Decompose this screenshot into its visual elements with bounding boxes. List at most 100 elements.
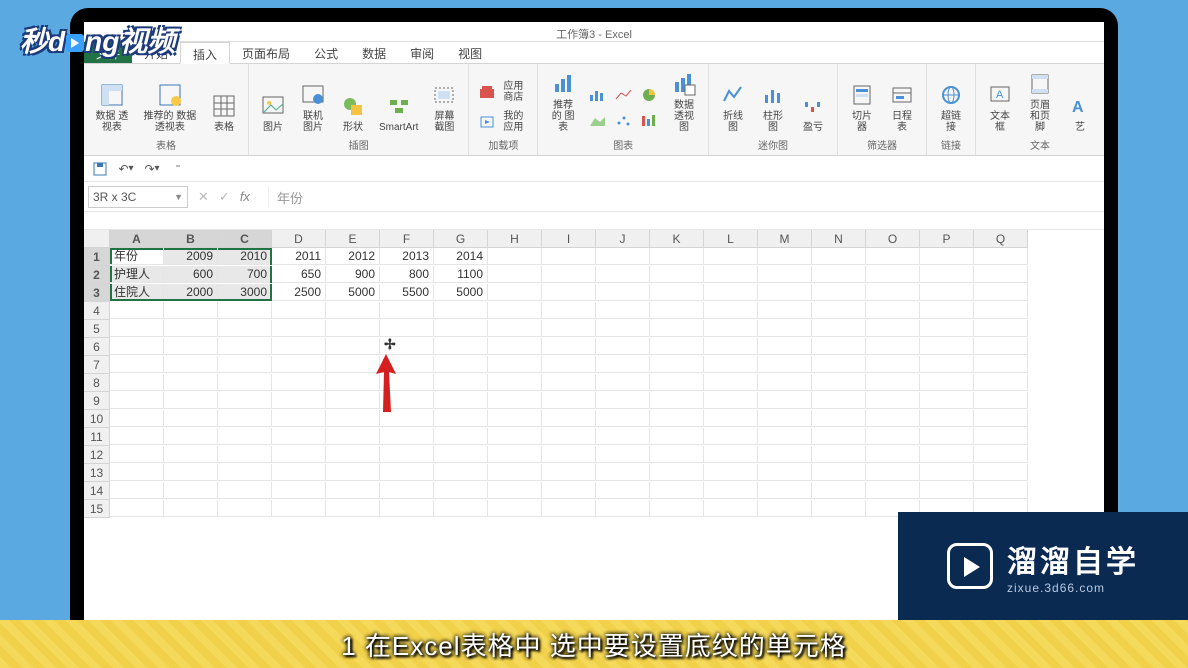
cell[interactable] [596, 446, 650, 463]
cell[interactable] [326, 302, 380, 319]
cell[interactable] [596, 464, 650, 481]
cell[interactable]: 650 [272, 266, 326, 283]
column-header[interactable]: A [110, 230, 164, 248]
cell[interactable] [758, 446, 812, 463]
row-header[interactable]: 7 [84, 356, 110, 374]
save-icon[interactable] [92, 161, 108, 177]
cell[interactable]: 年份 [110, 248, 164, 265]
cell[interactable] [596, 428, 650, 445]
cell[interactable] [758, 338, 812, 355]
cell[interactable] [920, 410, 974, 427]
cell[interactable] [542, 392, 596, 409]
cell[interactable] [542, 482, 596, 499]
cell[interactable] [596, 392, 650, 409]
cell[interactable] [650, 428, 704, 445]
cell[interactable] [164, 338, 218, 355]
cell[interactable] [380, 500, 434, 517]
cell[interactable]: 2012 [326, 248, 380, 265]
cell[interactable] [596, 248, 650, 265]
cell[interactable] [488, 356, 542, 373]
pivot-chart-button[interactable]: 数据透视图 [666, 68, 702, 135]
cell[interactable] [704, 500, 758, 517]
cell[interactable] [812, 464, 866, 481]
cell[interactable] [758, 428, 812, 445]
cell[interactable] [164, 482, 218, 499]
cell[interactable] [596, 284, 650, 301]
chart-bar-icon[interactable] [586, 85, 610, 109]
column-header[interactable]: I [542, 230, 596, 248]
cell[interactable] [272, 320, 326, 337]
cell[interactable] [758, 500, 812, 517]
cell[interactable] [542, 338, 596, 355]
cell[interactable] [110, 302, 164, 319]
timeline-button[interactable]: 日程表 [884, 79, 920, 135]
row-header[interactable]: 13 [84, 464, 110, 482]
cell[interactable] [920, 248, 974, 265]
cell[interactable] [596, 500, 650, 517]
cell[interactable] [542, 374, 596, 391]
cell[interactable] [110, 410, 164, 427]
cell[interactable] [920, 464, 974, 481]
row-header[interactable]: 8 [84, 374, 110, 392]
cell[interactable]: 护理人数 [110, 266, 164, 283]
cell[interactable] [920, 302, 974, 319]
cell[interactable] [758, 248, 812, 265]
cell[interactable] [272, 392, 326, 409]
cell[interactable]: 2013 [380, 248, 434, 265]
row-header[interactable]: 9 [84, 392, 110, 410]
cell[interactable]: 900 [326, 266, 380, 283]
select-all-corner[interactable] [84, 230, 110, 248]
cell[interactable] [542, 428, 596, 445]
cell[interactable]: 1100 [434, 266, 488, 283]
cell[interactable] [974, 392, 1028, 409]
cell[interactable] [758, 320, 812, 337]
cell[interactable] [920, 482, 974, 499]
cell[interactable] [866, 428, 920, 445]
cell[interactable] [488, 338, 542, 355]
cell[interactable] [974, 410, 1028, 427]
cell[interactable] [326, 356, 380, 373]
cell[interactable] [164, 320, 218, 337]
chart-line-icon[interactable] [612, 85, 636, 109]
cell[interactable] [812, 374, 866, 391]
cancel-formula-icon[interactable]: ✕ [198, 189, 209, 205]
cell[interactable] [218, 302, 272, 319]
cell[interactable] [326, 500, 380, 517]
cell[interactable] [164, 446, 218, 463]
row-header[interactable]: 5 [84, 320, 110, 338]
cell[interactable] [380, 446, 434, 463]
hyperlink-button[interactable]: 超链接 [933, 79, 969, 135]
cell[interactable] [488, 392, 542, 409]
cell[interactable] [380, 338, 434, 355]
wordart-button[interactable]: A艺 [1062, 90, 1098, 135]
row-header[interactable]: 4 [84, 302, 110, 320]
myapps-button[interactable]: 我的应用 [475, 109, 531, 135]
column-header[interactable]: D [272, 230, 326, 248]
cell[interactable] [488, 464, 542, 481]
tab-data[interactable]: 数据 [350, 42, 398, 63]
cell[interactable]: 2009 [164, 248, 218, 265]
cell[interactable] [110, 500, 164, 517]
cell[interactable] [650, 302, 704, 319]
cell[interactable] [704, 428, 758, 445]
row-header[interactable]: 11 [84, 428, 110, 446]
cell[interactable] [218, 428, 272, 445]
cell[interactable] [974, 338, 1028, 355]
cell[interactable] [380, 320, 434, 337]
cell[interactable] [488, 374, 542, 391]
cell[interactable] [272, 500, 326, 517]
cell[interactable] [596, 374, 650, 391]
column-header[interactable]: N [812, 230, 866, 248]
cell[interactable] [650, 320, 704, 337]
cell[interactable]: 5000 [434, 284, 488, 301]
cell[interactable] [596, 338, 650, 355]
chart-scatter-icon[interactable] [612, 111, 636, 135]
tab-review[interactable]: 审阅 [398, 42, 446, 63]
cell[interactable] [866, 464, 920, 481]
cell[interactable]: 3000 [218, 284, 272, 301]
tab-home[interactable]: 开始 [132, 42, 180, 63]
enter-formula-icon[interactable]: ✓ [219, 189, 230, 205]
cell[interactable] [488, 248, 542, 265]
cell[interactable] [650, 500, 704, 517]
cell[interactable] [326, 428, 380, 445]
